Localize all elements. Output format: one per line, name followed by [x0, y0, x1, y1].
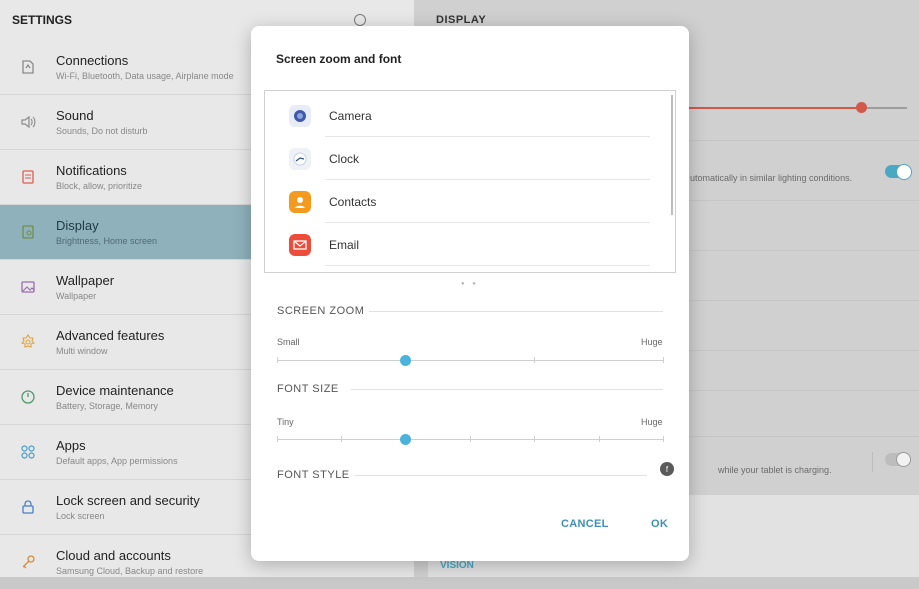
settings-item-subtitle: Multi window — [56, 346, 108, 356]
preview-app-row: Camera — [265, 94, 665, 137]
app-name: Contacts — [329, 194, 377, 209]
wallpaper-icon — [0, 279, 56, 295]
email-icon — [289, 233, 311, 256]
brightness-slider-thumb[interactable] — [856, 102, 867, 113]
preview-box[interactable]: Camera Clock Contacts Email — [264, 90, 676, 273]
font-style-label: FONT STYLE — [277, 469, 350, 481]
screen-zoom-track[interactable] — [277, 360, 663, 361]
font-size-tick — [598, 436, 600, 442]
preview-app-row: Contacts — [265, 180, 665, 223]
adaptive-brightness-toggle[interactable] — [885, 164, 912, 180]
apps-icon — [0, 444, 56, 460]
settings-item-subtitle: Default apps, App permissions — [56, 456, 178, 466]
screen-zoom-max-label: Huge — [641, 337, 663, 347]
screen-zoom-tick — [277, 357, 278, 363]
camera-icon — [289, 104, 311, 127]
section-divider — [355, 475, 647, 476]
ok-button[interactable]: OK — [651, 518, 668, 530]
screen-zoom-tick — [534, 357, 536, 363]
page-indicator: ● ● — [461, 281, 479, 287]
brightness-slider-track — [867, 107, 907, 109]
font-size-tick — [663, 436, 664, 442]
search-icon[interactable] — [354, 14, 366, 26]
settings-item-subtitle: Sounds, Do not disturb — [56, 126, 148, 136]
device-maintenance-icon — [0, 389, 56, 405]
key-icon — [0, 554, 56, 570]
adaptive-brightness-description: utomatically in similar lighting conditi… — [690, 173, 853, 183]
display-icon — [0, 224, 56, 240]
settings-item-subtitle: Lock screen — [56, 511, 105, 521]
settings-item-subtitle: Samsung Cloud, Backup and restore — [56, 566, 204, 576]
font-style-icon[interactable]: f — [660, 462, 674, 476]
settings-item-subtitle: Battery, Storage, Memory — [56, 401, 158, 411]
cancel-button[interactable]: CANCEL — [561, 518, 609, 530]
font-size-tick — [470, 436, 471, 442]
font-size-thumb[interactable] — [400, 434, 412, 445]
screen-zoom-dialog: Screen zoom and font Camera Clock Contac… — [251, 26, 689, 561]
brightness-slider-fill — [688, 107, 863, 109]
preview-scrollbar[interactable] — [671, 95, 673, 215]
app-name: Email — [329, 237, 360, 252]
screen-zoom-label: SCREEN ZOOM — [277, 305, 365, 317]
font-size-min-label: Tiny — [277, 417, 294, 427]
toggle-separator — [872, 452, 873, 472]
settings-item-title: Connections — [56, 53, 129, 68]
settings-item-title: Wallpaper — [56, 273, 115, 288]
settings-item-subtitle: Block, allow, prioritize — [56, 181, 143, 191]
display-header: DISPLAY — [436, 14, 487, 26]
screen-zoom-min-label: Small — [277, 337, 300, 347]
screen-zoom-thumb[interactable] — [400, 355, 412, 366]
sound-icon — [0, 114, 56, 130]
font-size-max-label: Huge — [641, 417, 663, 427]
settings-item-title: Advanced features — [56, 328, 165, 343]
screensaver-description: while your tablet is charging. — [718, 465, 832, 475]
screen-zoom-tick — [663, 357, 664, 363]
app-name: Camera — [329, 108, 372, 123]
vision-label: VISION — [440, 560, 474, 571]
settings-item-title: Device maintenance — [56, 383, 174, 398]
settings-item-title: Notifications — [56, 163, 127, 178]
preview-app-row: Clock — [265, 137, 665, 180]
advanced-features-icon — [0, 334, 56, 350]
settings-item-subtitle: Wallpaper — [56, 291, 97, 301]
settings-item-title: Cloud and accounts — [56, 548, 171, 563]
section-divider — [369, 311, 663, 312]
settings-item-title: Lock screen and security — [56, 493, 200, 508]
settings-item-title: Sound — [56, 108, 94, 123]
connections-icon — [0, 59, 56, 75]
font-size-tick — [341, 436, 343, 442]
settings-item-title: Display — [56, 218, 99, 233]
app-name: Clock — [329, 151, 360, 166]
preview-app-row: Email — [265, 223, 665, 266]
font-size-tick — [534, 436, 536, 442]
section-divider — [351, 389, 663, 390]
contacts-icon — [289, 190, 311, 213]
settings-item-subtitle: Brightness, Home screen — [56, 236, 158, 246]
clock-icon — [289, 147, 311, 170]
settings-item-subtitle: Wi-Fi, Bluetooth, Data usage, Airplane m… — [56, 71, 234, 81]
notifications-icon — [0, 169, 56, 185]
screensaver-toggle[interactable] — [885, 452, 911, 467]
settings-item-title: Apps — [56, 438, 86, 453]
lock-icon — [0, 499, 56, 515]
font-size-label: FONT SIZE — [277, 383, 339, 395]
dialog-title: Screen zoom and font — [276, 52, 402, 66]
font-size-tick — [277, 436, 278, 442]
